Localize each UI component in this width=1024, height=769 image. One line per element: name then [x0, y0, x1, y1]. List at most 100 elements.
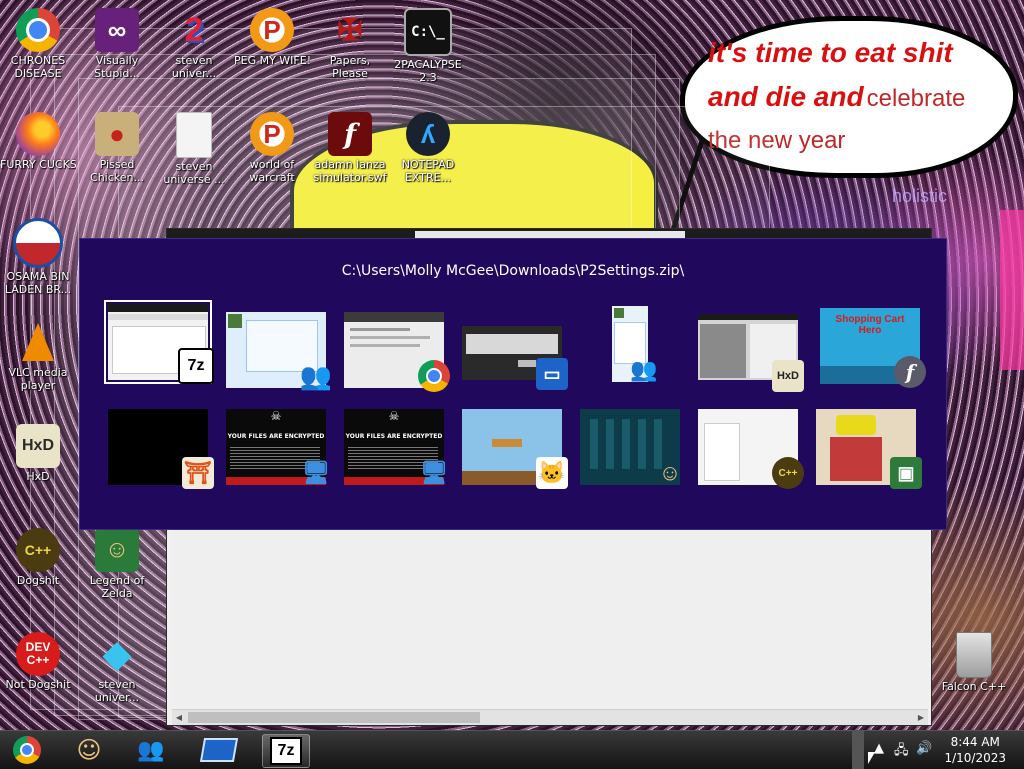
7z-icon: 7z: [270, 737, 302, 765]
dogshit-icon: C++: [772, 457, 804, 489]
switcher-thumbnail-messenger-window[interactable]: 👥: [226, 312, 332, 391]
messenger-icon: 👥: [299, 360, 333, 391]
switcher-thumbnail-dialog-window[interactable]: ▭: [462, 326, 568, 390]
icon-label: Legend of: [89, 574, 145, 587]
switcher-thumbnail-platformer-window[interactable]: 🐱: [462, 409, 568, 489]
blank-file-icon: [176, 112, 212, 158]
7z-icon: 7z: [178, 348, 214, 384]
mouse-pointer-icon: [868, 752, 875, 764]
icon-label: 2PACALYPSE: [394, 58, 462, 71]
icon-label: Visually: [95, 54, 139, 67]
flash-icon: f: [894, 356, 926, 388]
zelda-taskbar-button[interactable]: ☺: [66, 734, 112, 766]
ransom-heading: YOUR FILES ARE ENCRYPTED: [227, 433, 325, 440]
zelda-sprite-icon: ☺: [658, 460, 682, 485]
desktop-icon[interactable]: C:\_ 2PACALYPSE 2.3: [390, 8, 466, 84]
monitor-icon: ▭: [536, 358, 568, 390]
switcher-thumbnail-chrome-window[interactable]: [344, 312, 450, 392]
switcher-thumbnail-ransom-window-2[interactable]: ☠ YOUR FILES ARE ENCRYPTED 🖥: [344, 409, 448, 485]
icon-label: NOTEPAD: [401, 158, 455, 171]
desktop-icon[interactable]: f adamn lanza simulator.swf: [312, 112, 388, 184]
scrollbar-thumb[interactable]: [188, 712, 480, 723]
icon-label: warcraft: [249, 171, 295, 184]
icon-label: CHRONES: [10, 54, 66, 67]
desktop-icon[interactable]: P world of warcraft: [234, 112, 310, 184]
file-list-pane[interactable]: [173, 529, 929, 705]
icon-label: Stupid...: [94, 67, 140, 80]
ransom-heading: YOUR FILES ARE ENCRYPTED: [345, 433, 443, 440]
speech-line-2b: celebrate: [866, 85, 966, 112]
remote-icon: 🖥: [302, 460, 330, 485]
obama-logo-icon: [13, 218, 63, 268]
zelda-sprite-icon: ☺: [95, 528, 139, 572]
icon-label: Pissed: [99, 158, 135, 171]
cat-sprite-icon: 🐱: [536, 457, 568, 489]
switcher-thumbnail-zelda-game-window[interactable]: ☺: [580, 409, 681, 485]
desktop-icon[interactable]: ✠ Papers, Please: [312, 8, 388, 81]
switcher-thumbnail-hxd-window[interactable]: HxD: [698, 314, 804, 392]
switcher-thumbnail-flash-game-window[interactable]: Shopping Cart Hero f: [820, 308, 926, 388]
desktop-icon[interactable]: ◆ steven univer...: [79, 632, 155, 704]
speech-line-1: it's time to eat shit: [708, 37, 953, 68]
desktop-icon[interactable]: ʎ NOTEPAD EXTRE...: [390, 112, 466, 184]
messenger-taskbar-button[interactable]: 👥: [128, 734, 174, 766]
horizontal-scrollbar[interactable]: ◀ ▶: [172, 709, 928, 725]
chrome-icon: [16, 8, 60, 52]
clock[interactable]: 8:44 AM 1/10/2023: [944, 734, 1006, 766]
icon-label: Falcon C++: [941, 680, 1007, 693]
show-hidden-icons-icon[interactable]: ▲: [874, 741, 884, 756]
scroll-right-icon[interactable]: ▶: [916, 712, 926, 723]
volume-icon[interactable]: 🔊: [916, 741, 932, 756]
switcher-thumbnail-messenger-small-window[interactable]: 👥: [612, 306, 658, 382]
desktop-icon[interactable]: FURRY CUCKS: [0, 112, 76, 171]
diamond-icon: ◆: [103, 633, 131, 674]
switcher-thumbnail-7zip-window[interactable]: 7z: [104, 300, 214, 384]
dogshit-icon: C++: [16, 528, 60, 572]
monitor-icon: [199, 738, 239, 762]
window-switcher[interactable]: C:\Users\Molly McGee\Downloads\P2Setting…: [79, 238, 947, 530]
peggle-icon: P: [250, 112, 294, 156]
desktop-icon[interactable]: ∞ Visually Stupid...: [79, 8, 155, 80]
icon-label: simulator.swf: [313, 171, 387, 184]
switcher-thumbnail-blank-app-window[interactable]: C++: [698, 409, 804, 489]
vlc-cone-icon: [16, 320, 60, 364]
desktop-icon[interactable]: OSAMA BIN LADEN BR...: [0, 218, 76, 296]
desktop-icon[interactable]: ☺ Legend of Zelda: [79, 528, 155, 600]
desktop-icon[interactable]: VLC media player: [0, 320, 76, 392]
firefox-icon: [16, 112, 60, 156]
messenger-icon: 👥: [630, 357, 658, 382]
remote-taskbar-button[interactable]: [196, 734, 242, 766]
network-icon[interactable]: 🖧: [894, 741, 909, 763]
icon-label: adamn lanza: [314, 158, 386, 171]
icon-label: LADEN BR...: [4, 283, 72, 296]
flash-game-title: Shopping Cart Hero: [835, 314, 905, 336]
chrome-icon: [418, 360, 450, 392]
switcher-thumbnail-ransom-window-1[interactable]: ☠ YOUR FILES ARE ENCRYPTED 🖥: [226, 409, 330, 485]
desktop-icon[interactable]: 2 steven univer...: [156, 8, 232, 81]
switcher-thumbnail-black-window[interactable]: ⛩: [108, 409, 214, 489]
desktop-icon[interactable]: steven universe ...: [156, 112, 232, 186]
icon-label: steven: [175, 160, 213, 173]
peggle-icon: P: [250, 8, 294, 52]
flash-icon: f: [328, 112, 372, 156]
switcher-thumbnail-meme-window[interactable]: ▣: [816, 409, 922, 489]
desktop-icon[interactable]: CHRONES DISEASE: [0, 8, 76, 80]
icon-label: Zelda: [101, 587, 133, 600]
scroll-left-icon[interactable]: ◀: [174, 712, 184, 723]
desktop-icon[interactable]: ● Pissed Chicken...: [79, 112, 155, 184]
icon-label: EXTRE...: [404, 171, 452, 184]
chrome-taskbar-button[interactable]: [4, 734, 50, 766]
icon-label: 2.3: [419, 71, 437, 84]
desktop-icon[interactable]: C++ Dogshit: [0, 528, 76, 587]
desktop-icon[interactable]: DEV C++ Not Dogshit: [0, 632, 76, 691]
image-viewer-icon: ▣: [890, 457, 922, 489]
desktop-icon[interactable]: HxD HxD: [0, 424, 76, 483]
desktop-icon[interactable]: P PEG MY WIFE!: [234, 8, 310, 67]
wallpaper-pink-stripe: [1000, 210, 1024, 370]
7zip-taskbar-button[interactable]: 7z: [262, 734, 310, 768]
icon-label: Papers,: [329, 54, 371, 67]
desktop-icon[interactable]: Falcon C++: [936, 632, 1012, 693]
tray-scroll-handle[interactable]: [852, 731, 864, 769]
steven-universe-2-icon: 2: [184, 10, 204, 49]
wallpaper-watermark: holistic: [892, 186, 948, 206]
